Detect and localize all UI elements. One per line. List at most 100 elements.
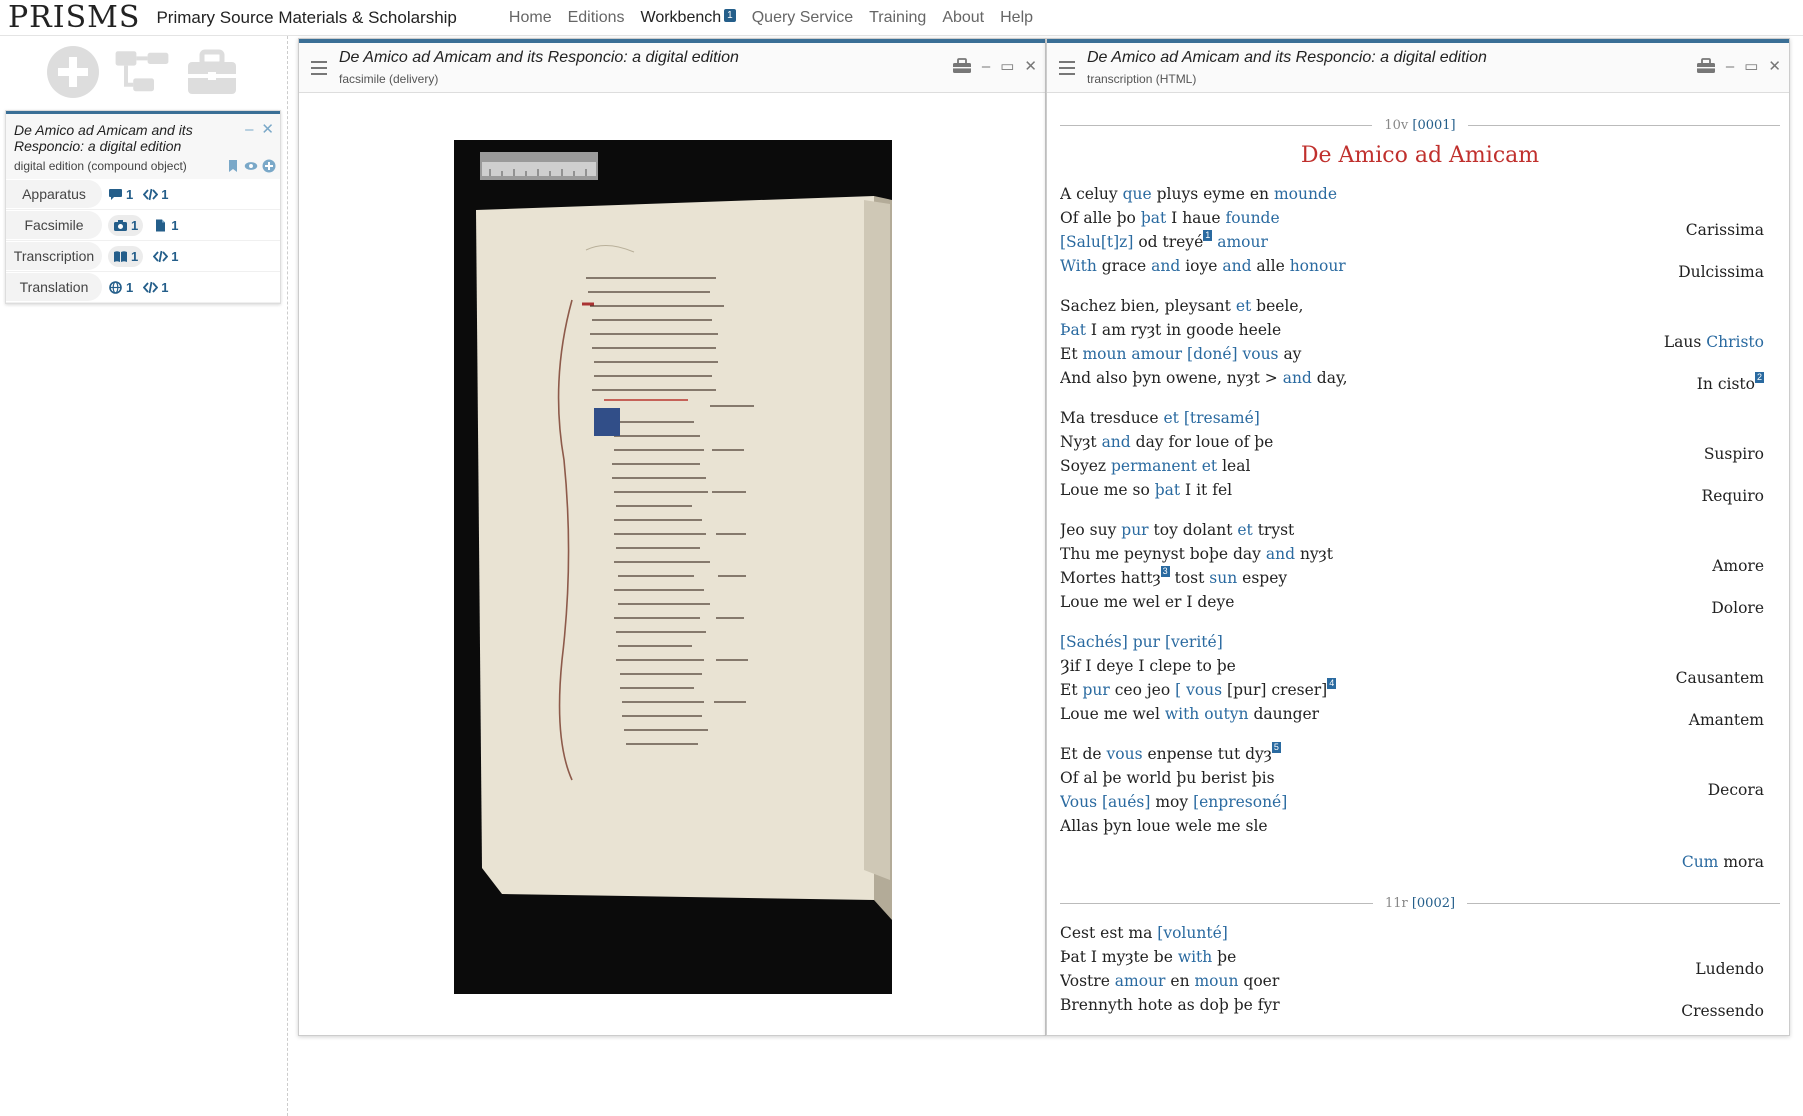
main-nav: Home Editions Workbench 1 Query Service T… [509,8,1049,27]
verse-line: Allas þyn loue wele me sle [1060,817,1268,835]
file-count[interactable]: 1 [153,218,178,233]
window-subtitle: facsimile (delivery) [339,72,439,86]
code-count[interactable]: 1 [143,280,168,295]
nav-about[interactable]: About [942,9,984,27]
gloss: Amore [1712,557,1764,575]
gloss: Suspiro [1703,445,1764,463]
nav-workbench-label: Workbench [640,8,722,26]
menu-icon[interactable] [311,61,327,79]
verse-line: And also þyn owene, nyȝt > and day, [1060,369,1348,387]
toolbox-icon[interactable] [1696,58,1716,74]
prisms-logo[interactable]: PRISMS [8,0,140,36]
folio-marker: 10v [0001] [1060,118,1780,133]
image-count[interactable]: 1 [108,214,144,236]
minimize-icon[interactable]: – [1726,58,1734,75]
workbench-count-badge: 1 [724,8,736,22]
count-value: 1 [171,217,179,233]
minimize-icon[interactable]: – [982,58,990,75]
maximize-icon[interactable]: ▭ [1000,57,1014,75]
verse-line: Sachez bien, pleysant et beele, [1060,297,1304,315]
window-title: De Amico ad Amicam and its Responcio: a … [339,49,739,66]
gloss: In cisto 2 [1696,372,1764,393]
nav-help[interactable]: Help [1000,9,1033,27]
verse-line: Nyȝt and day for loue of þe [1060,433,1274,451]
facsimile-window-header: De Amico ad Amicam and its Responcio: a … [299,39,1045,93]
close-icon[interactable]: ✕ [261,121,274,138]
verse-line: Mortes hattȝ 3 tost sun espey [1060,566,1288,587]
card-icon-actions [226,159,276,173]
nav-training[interactable]: Training [869,9,926,27]
count-value: 1 [126,279,134,295]
close-icon[interactable]: ✕ [1768,57,1781,75]
reader-count[interactable]: 1 [108,245,144,267]
component-meta: 1 1 [108,245,188,267]
close-icon[interactable]: ✕ [1024,57,1037,75]
object-title: De Amico ad Amicam and its Responcio: a … [14,122,193,154]
folio-page: 11r [1384,896,1408,911]
gloss: Dulcissima [1678,263,1764,281]
bookmark-icon[interactable] [226,159,240,173]
window-subtitle: transcription (HTML) [1087,72,1197,86]
verse-line: Þat I myȝte be with þe [1060,948,1237,966]
add-circle-icon[interactable] [262,159,276,173]
stanza: Douce, bele, plesaunt chere [1060,1033,1780,1036]
card-header: De Amico ad Amicam and its Responcio: a … [6,111,280,179]
component-row-facsimile[interactable]: Facsimile 1 1 [6,210,280,241]
verse-line: A celuy que pluys eyme en mounde [1060,185,1338,203]
comment-icon [109,188,122,200]
verse-line: Jeo suy pur toy dolant et tryst [1060,521,1295,539]
folio-ref-link[interactable]: [0001] [1412,118,1455,133]
translation-count[interactable]: 1 [108,280,133,295]
footnote-marker[interactable]: 5 [1271,742,1281,753]
nav-query-service[interactable]: Query Service [752,9,853,27]
gloss: Dolore [1711,599,1764,617]
window-title: De Amico ad Amicam and its Responcio: a … [1087,49,1487,66]
code-count[interactable]: 1 [153,249,178,264]
component-row-apparatus[interactable]: Apparatus 1 1 [6,179,280,210]
comment-count[interactable]: 1 [108,187,133,202]
book-icon [114,250,127,262]
manuscript-page-image[interactable] [454,140,892,994]
window-controls: – ▭ ✕ [952,57,1037,75]
verse-line: Douce, bele, plesaunt chere [1060,1033,1600,1036]
count-value: 1 [131,217,139,233]
footnote-marker[interactable]: 1 [1203,230,1213,241]
add-icon[interactable] [45,44,101,100]
verse-line: [Sachés] pur [verité] [1060,633,1223,651]
card-actions: – ✕ [237,120,274,138]
maximize-icon[interactable]: ▭ [1744,57,1758,75]
menu-icon[interactable] [1059,61,1075,79]
workbench-tools [0,36,287,106]
stanza: Jeo suy pur toy dolant et tryst Thu me p… [1060,518,1780,617]
footnote-marker[interactable]: 3 [1160,566,1170,577]
verse-line: [Salu[t]z] od treyé 1 amour [1060,230,1268,251]
component-row-transcription[interactable]: Transcription 1 1 [6,241,280,272]
footnote-marker[interactable]: 4 [1327,678,1337,689]
nav-home[interactable]: Home [509,9,552,27]
toolbox-icon[interactable] [184,44,240,100]
code-count[interactable]: 1 [143,187,168,202]
verse-line: Et pur ceo jeo [ vous [pur] creser] 4 [1060,678,1337,699]
transcription-window-header: De Amico ad Amicam and its Responcio: a … [1047,39,1789,93]
verse-line: Cest est ma [volunté] [1060,924,1228,942]
component-meta: 1 1 [108,214,188,236]
verse-line: Þat I am ryȝt in goode heele [1060,321,1282,339]
workbench-sidebar: De Amico ad Amicam and its Responcio: a … [0,36,288,1116]
minimize-icon[interactable]: – [245,121,253,138]
gloss: Ludendo [1695,960,1764,978]
footnote-marker[interactable]: 2 [1754,372,1764,383]
toolbox-icon[interactable] [952,58,972,74]
tree-icon[interactable] [114,44,170,100]
component-meta: 1 1 [108,280,178,295]
nav-workbench[interactable]: Workbench 1 [640,8,736,27]
nav-editions[interactable]: Editions [568,9,625,27]
eye-icon[interactable] [244,159,258,173]
folio-ref-link[interactable]: [0002] [1412,896,1455,911]
globe-icon [109,280,122,294]
stanza: Cest est ma [volunté] Þat I myȝte be wit… [1060,921,1780,1020]
digital-edition-card[interactable]: De Amico ad Amicam and its Responcio: a … [5,110,281,304]
top-navigation-bar: PRISMS Primary Source Materials & Schola… [0,0,1803,36]
window-controls: – ▭ ✕ [1696,57,1781,75]
component-row-translation[interactable]: Translation 1 1 [6,272,280,303]
site-tagline: Primary Source Materials & Scholarship [156,7,457,27]
